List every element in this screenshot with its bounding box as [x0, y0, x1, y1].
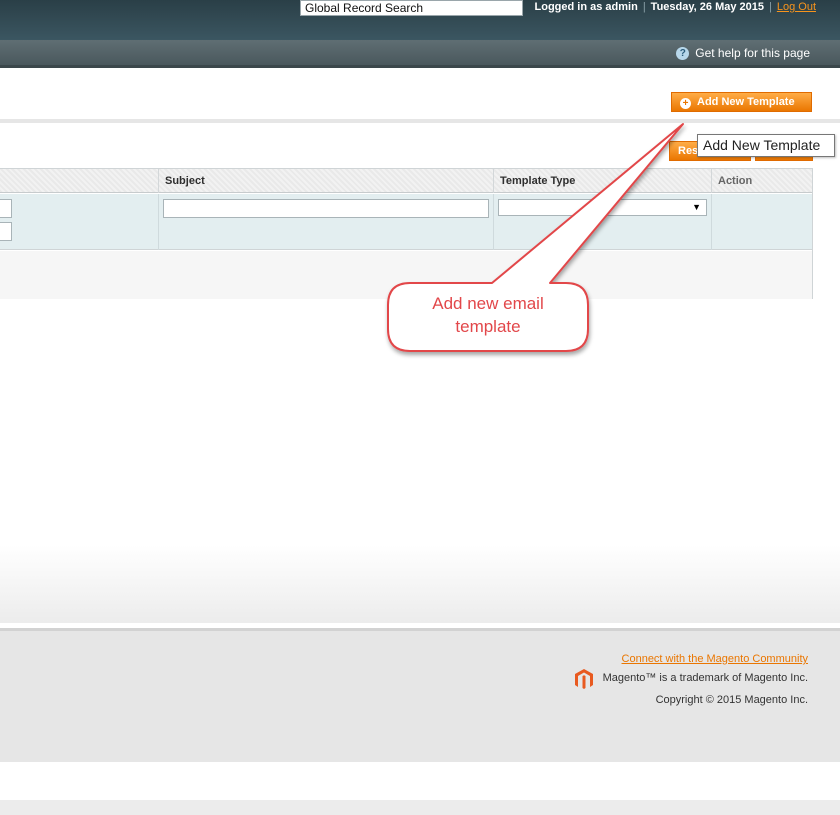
- callout-line-2: template: [455, 317, 521, 336]
- email-templates-grid: Subject Template Type Action ▼: [0, 168, 813, 299]
- add-new-template-button[interactable]: + Add New Template: [671, 92, 812, 112]
- help-link-label: Get help for this page: [695, 46, 810, 60]
- copyright-text: Copyright © 2015 Magento Inc.: [655, 694, 808, 706]
- nav-bar: ? Get help for this page: [0, 40, 840, 68]
- callout-text: Add new email template: [390, 292, 586, 338]
- help-icon: ?: [676, 46, 690, 60]
- column-header-action: Action: [711, 169, 812, 193]
- add-new-template-tooltip: Add New Template: [697, 134, 835, 157]
- filter-cell-template-type: ▼: [493, 194, 712, 250]
- content-bottom-fade: [0, 545, 840, 623]
- add-new-template-label: Add New Template: [697, 96, 795, 108]
- global-record-search-input[interactable]: Global Record Search: [300, 0, 523, 16]
- template-type-select[interactable]: ▼: [498, 199, 707, 216]
- footer: Connect with the Magento Community Magen…: [0, 628, 840, 762]
- grid-filter-row: ▼: [0, 194, 812, 250]
- filter-from-input[interactable]: [0, 199, 12, 218]
- reset-filter-label: Res: [678, 145, 699, 157]
- header-date: Tuesday, 26 May 2015: [650, 1, 764, 13]
- connect-community-link[interactable]: Connect with the Magento Community: [622, 653, 808, 665]
- grid-header-row: Subject Template Type Action: [0, 169, 812, 193]
- callout-line-1: Add new email: [432, 294, 544, 313]
- separator: |: [642, 1, 646, 13]
- logged-in-text: Logged in as admin: [534, 1, 638, 13]
- top-header: Global Record Search Logged in as admin |…: [0, 0, 840, 40]
- column-header-subject[interactable]: Subject: [158, 169, 494, 193]
- help-link[interactable]: ? Get help for this page: [676, 46, 810, 60]
- filter-to-input[interactable]: [0, 222, 12, 241]
- magento-logo-icon: [575, 669, 593, 689]
- filter-cell-action: [711, 194, 812, 250]
- logout-link[interactable]: Log Out: [777, 1, 816, 13]
- trademark-text: Magento™ is a trademark of Magento Inc.: [602, 672, 808, 684]
- column-header-template-type[interactable]: Template Type: [493, 169, 712, 193]
- page: Global Record Search Logged in as admin |…: [0, 0, 840, 815]
- filter-cell-subject: [158, 194, 494, 250]
- plus-icon: +: [680, 98, 691, 109]
- subject-filter-input[interactable]: [163, 199, 489, 218]
- header-user-meta: Logged in as admin | Tuesday, 26 May 2015 |…: [535, 0, 816, 14]
- chevron-down-icon: ▼: [692, 202, 701, 212]
- bottom-strip: [0, 800, 840, 815]
- separator: |: [769, 1, 772, 13]
